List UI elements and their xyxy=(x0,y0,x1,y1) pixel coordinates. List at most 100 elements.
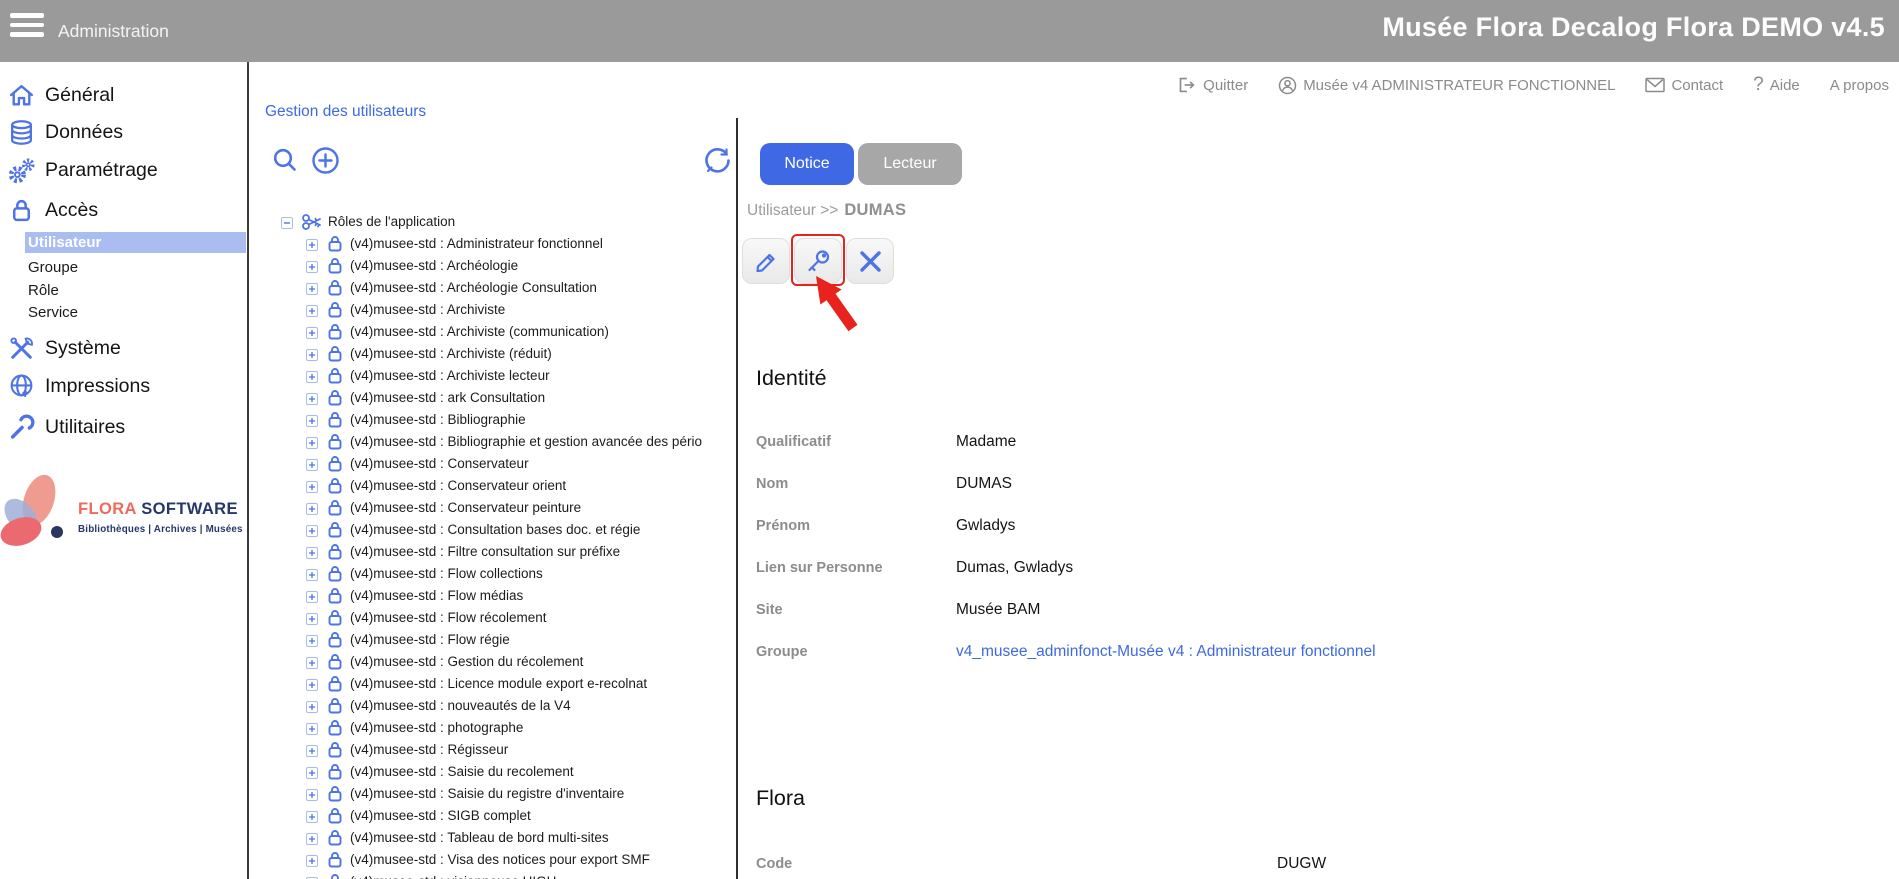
tree-role-row[interactable]: (v4)musee-std : Archiviste (réduit) xyxy=(248,343,736,365)
password-button[interactable] xyxy=(794,238,842,284)
expand-icon[interactable] xyxy=(306,590,318,602)
expand-icon[interactable] xyxy=(306,370,318,382)
aide-link[interactable]: ? Aide xyxy=(1753,74,1800,96)
help-icon: ? xyxy=(1753,74,1764,96)
expand-icon[interactable] xyxy=(306,392,318,404)
tree-role-row[interactable]: (v4)musee-std : Administrateur fonctionn… xyxy=(248,233,736,255)
expand-icon[interactable] xyxy=(306,700,318,712)
field-row: Prénom Gwladys xyxy=(756,518,1656,538)
expand-icon[interactable] xyxy=(306,326,318,338)
tree-role-row[interactable]: (v4)musee-std : Archiviste (communicatio… xyxy=(248,321,736,343)
expand-icon[interactable] xyxy=(306,238,318,250)
tree-root-row[interactable]: Rôles de l'application xyxy=(248,211,736,233)
expand-icon[interactable] xyxy=(306,458,318,470)
refresh-icon[interactable] xyxy=(704,147,731,179)
expand-icon[interactable] xyxy=(306,612,318,624)
edit-button[interactable] xyxy=(742,238,790,284)
tree-role-row[interactable]: (v4)musee-std : ark Consultation xyxy=(248,387,736,409)
sidebar-item-general[interactable]: Général xyxy=(0,81,246,111)
expand-icon[interactable] xyxy=(306,546,318,558)
lock-icon xyxy=(328,697,342,714)
expand-icon[interactable] xyxy=(306,656,318,668)
expand-icon[interactable] xyxy=(306,480,318,492)
tab-notice[interactable]: Notice xyxy=(760,143,854,185)
expand-icon[interactable] xyxy=(306,678,318,690)
sidebar-item-parametrage[interactable]: Paramétrage xyxy=(0,156,246,186)
sidebar-item-utilitaires[interactable]: Utilitaires xyxy=(0,413,246,443)
expand-icon[interactable] xyxy=(306,788,318,800)
logo-dot xyxy=(51,526,63,538)
keys-icon xyxy=(301,213,323,231)
header-bar: Administration Musée Flora Decalog Flora… xyxy=(0,0,1899,62)
tree-role-row[interactable]: (v4)musee-std : Archéologie Consultation xyxy=(248,277,736,299)
tree-role-row[interactable]: (v4)musee-std : Saisie du registre d'inv… xyxy=(248,783,736,805)
expand-icon[interactable] xyxy=(306,832,318,844)
sidebar-item-impressions[interactable]: Impressions xyxy=(0,372,246,402)
tree-role-row[interactable]: (v4)musee-std : Régisseur xyxy=(248,739,736,761)
expand-icon[interactable] xyxy=(306,744,318,756)
app-window: Administration Musée Flora Decalog Flora… xyxy=(0,0,1899,879)
tree-role-row[interactable]: (v4)musee-std : Conservateur xyxy=(248,453,736,475)
tree-role-row[interactable]: (v4)musee-std : Archéologie xyxy=(248,255,736,277)
expand-icon[interactable] xyxy=(306,282,318,294)
expand-icon[interactable] xyxy=(306,304,318,316)
tree-role-row[interactable]: (v4)musee-std : visionneuse HIGH xyxy=(248,871,736,879)
expand-icon[interactable] xyxy=(306,436,318,448)
lock-icon xyxy=(328,367,342,384)
expand-icon[interactable] xyxy=(306,502,318,514)
tree-role-row[interactable]: (v4)musee-std : Gestion du récolement xyxy=(248,651,736,673)
field-row: Groupe v4_musee_adminfonct-Musée v4 : Ad… xyxy=(756,644,1656,664)
expand-icon[interactable] xyxy=(306,414,318,426)
tree-role-row[interactable]: (v4)musee-std : Flow récolement xyxy=(248,607,736,629)
search-icon[interactable] xyxy=(272,147,298,178)
tree-role-row[interactable]: (v4)musee-std : Conservateur orient xyxy=(248,475,736,497)
expand-icon[interactable] xyxy=(306,568,318,580)
tree-role-row[interactable]: (v4)musee-std : Tableau de bord multi-si… xyxy=(248,827,736,849)
tree-role-row[interactable]: (v4)musee-std : Filtre consultation sur … xyxy=(248,541,736,563)
tab-lecteur[interactable]: Lecteur xyxy=(858,143,962,185)
collapse-icon[interactable] xyxy=(281,216,293,228)
tree-role-row[interactable]: (v4)musee-std : Flow régie xyxy=(248,629,736,651)
expand-icon[interactable] xyxy=(306,348,318,360)
field-value: DUMAS xyxy=(956,475,1012,493)
sidebar-item-service[interactable]: Service xyxy=(28,304,78,321)
expand-icon[interactable] xyxy=(306,524,318,536)
sidebar-item-role[interactable]: Rôle xyxy=(28,282,59,299)
tree-role-row[interactable]: (v4)musee-std : Flow médias xyxy=(248,585,736,607)
tree-role-row[interactable]: (v4)musee-std : Flow collections xyxy=(248,563,736,585)
tree-role-row[interactable]: (v4)musee-std : Saisie du recolement xyxy=(248,761,736,783)
quitter-link[interactable]: Quitter xyxy=(1175,74,1248,96)
tree-role-row[interactable]: (v4)musee-std : Consultation bases doc. … xyxy=(248,519,736,541)
tree-role-row[interactable]: (v4)musee-std : Visa des notices pour ex… xyxy=(248,849,736,871)
expand-icon[interactable] xyxy=(306,260,318,272)
expand-icon[interactable] xyxy=(306,722,318,734)
sidebar-item-groupe[interactable]: Groupe xyxy=(28,259,78,276)
field-value: Musée BAM xyxy=(956,601,1040,619)
tree-role-row[interactable]: (v4)musee-std : Archiviste lecteur xyxy=(248,365,736,387)
current-user[interactable]: Musée v4 ADMINISTRATEUR FONCTIONNEL xyxy=(1278,76,1615,95)
contact-link[interactable]: Contact xyxy=(1645,77,1723,94)
tree-role-row[interactable]: (v4)musee-std : SIGB complet xyxy=(248,805,736,827)
apropos-link[interactable]: A propos xyxy=(1830,77,1889,94)
code-value: DUGW xyxy=(1277,855,1326,873)
expand-icon[interactable] xyxy=(306,854,318,866)
expand-icon[interactable] xyxy=(306,766,318,778)
tree-role-row[interactable]: (v4)musee-std : Bibliographie xyxy=(248,409,736,431)
lock-icon xyxy=(328,873,342,879)
expand-icon[interactable] xyxy=(306,634,318,646)
hamburger-menu-icon[interactable] xyxy=(10,13,46,41)
sidebar-item-donnees[interactable]: Données xyxy=(0,118,246,148)
tree-role-row[interactable]: (v4)musee-std : nouveautés de la V4 xyxy=(248,695,736,717)
expand-icon[interactable] xyxy=(306,810,318,822)
sidebar-item-systeme[interactable]: Système xyxy=(0,334,246,364)
tree-role-row[interactable]: (v4)musee-std : Bibliographie et gestion… xyxy=(248,431,736,453)
lock-icon xyxy=(328,521,342,538)
tree-role-row[interactable]: (v4)musee-std : Conservateur peinture xyxy=(248,497,736,519)
sidebar-item-acces[interactable]: Accès xyxy=(0,196,246,226)
tree-role-row[interactable]: (v4)musee-std : Archiviste xyxy=(248,299,736,321)
tree-role-row[interactable]: (v4)musee-std : photographe xyxy=(248,717,736,739)
delete-button[interactable] xyxy=(846,238,894,284)
sidebar-item-utilisateur[interactable]: Utilisateur xyxy=(25,232,246,253)
tree-role-row[interactable]: (v4)musee-std : Licence module export e-… xyxy=(248,673,736,695)
add-icon[interactable] xyxy=(311,146,340,180)
